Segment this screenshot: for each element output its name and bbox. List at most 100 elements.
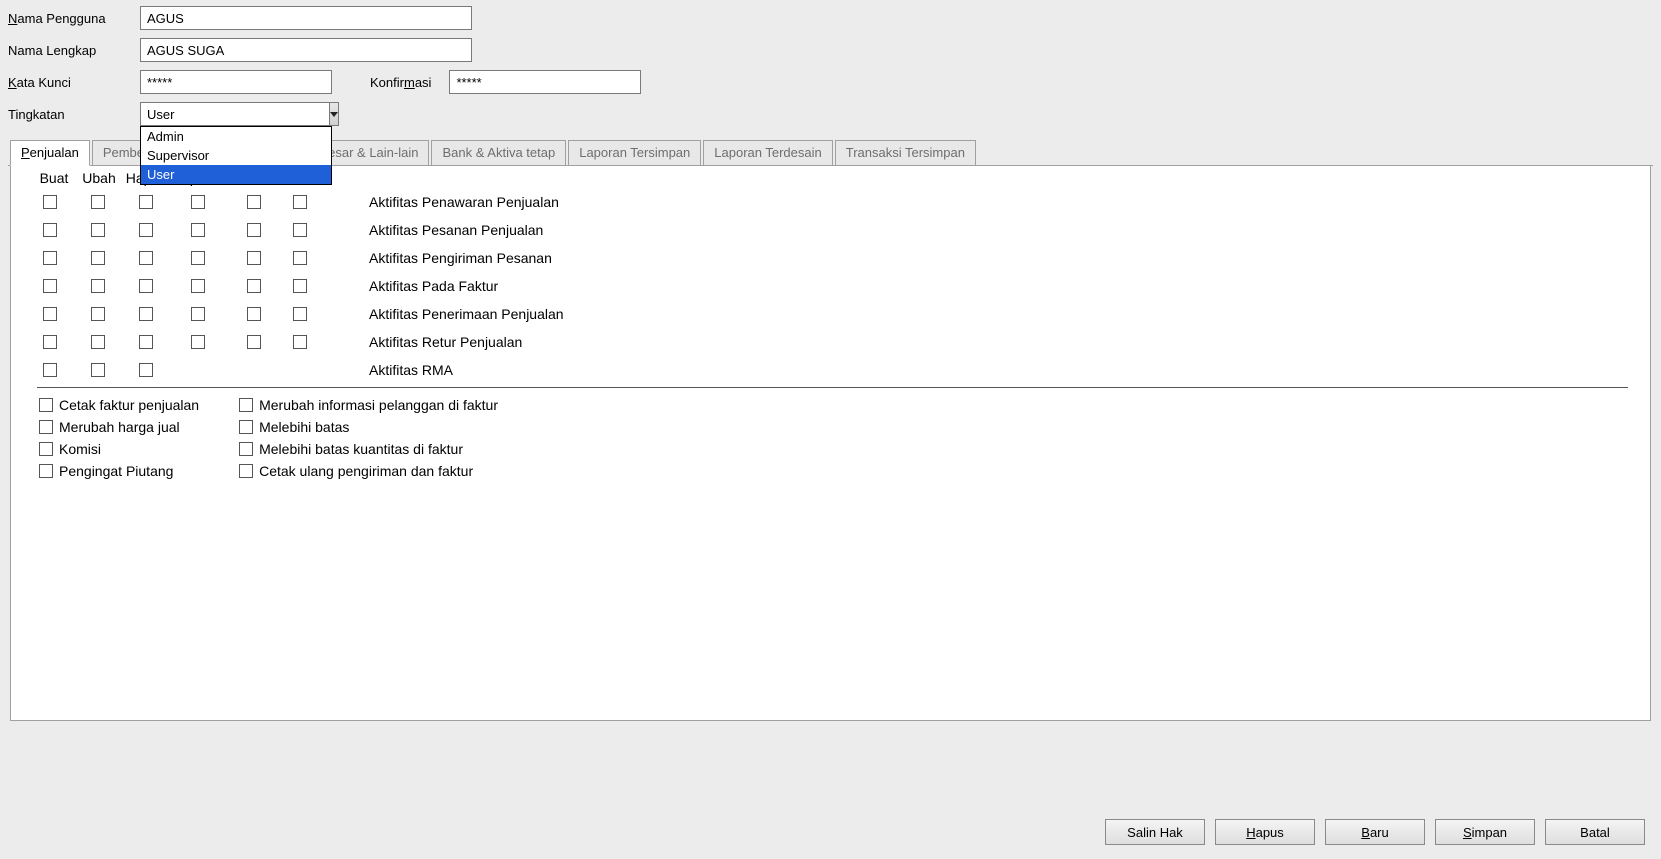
lbl-merubah-harga: Merubah harga jual: [59, 419, 180, 435]
tab-laporan-terdesain[interactable]: Laporan Terdesain: [703, 140, 832, 165]
tab-bank-aktiva[interactable]: Bank & Aktiva tetap: [431, 140, 566, 165]
cb-faktur-laporan[interactable]: [191, 279, 205, 293]
nama-lengkap-label: Nama Lengkap: [8, 43, 140, 58]
lbl-komisi: Komisi: [59, 441, 101, 457]
footer-button-bar: Salin Hak Hapus Baru Simpan Batal: [1105, 819, 1645, 845]
cb-melebihi-batas[interactable]: [239, 420, 253, 434]
cb-pesanan-laporan[interactable]: [191, 223, 205, 237]
cb-penerimaan-daftar[interactable]: [293, 307, 307, 321]
perm-row-rma: Aktifitas RMA: [11, 356, 1650, 384]
row-label-penawaran: Aktifitas Penawaran Penjualan: [369, 194, 559, 210]
perm-row-penawaran: Aktifitas Penawaran Penjualan: [11, 188, 1650, 216]
nama-lengkap-input[interactable]: [140, 38, 472, 62]
cb-pengiriman-hapus[interactable]: [139, 251, 153, 265]
cb-faktur-hapus[interactable]: [139, 279, 153, 293]
tingkatan-combobox[interactable]: Admin Supervisor User: [140, 102, 332, 126]
cb-pesanan-ubah[interactable]: [91, 223, 105, 237]
cb-pesanan-buat[interactable]: [43, 223, 57, 237]
cb-faktur-daftar[interactable]: [293, 279, 307, 293]
cb-penerimaan-buat[interactable]: [43, 307, 57, 321]
cb-penerimaan-ubah[interactable]: [91, 307, 105, 321]
perm-row-faktur: Aktifitas Pada Faktur: [11, 272, 1650, 300]
cb-komisi[interactable]: [39, 442, 53, 456]
tab-laporan-tersimpan[interactable]: Laporan Tersimpan: [568, 140, 701, 165]
cb-retur-ubah[interactable]: [91, 335, 105, 349]
kata-kunci-input[interactable]: [140, 70, 332, 94]
cb-faktur-ubah[interactable]: [91, 279, 105, 293]
tingkatan-dropdown-button[interactable]: [329, 102, 339, 126]
cb-penawaran-hapus[interactable]: [139, 195, 153, 209]
row-label-faktur: Aktifitas Pada Faktur: [369, 278, 498, 294]
cb-penerimaan-lihat[interactable]: [247, 307, 261, 321]
cb-rma-hapus[interactable]: [139, 363, 153, 377]
cb-retur-laporan[interactable]: [191, 335, 205, 349]
perm-row-pengiriman: Aktifitas Pengiriman Pesanan: [11, 244, 1650, 272]
cb-cetak-ulang[interactable]: [239, 464, 253, 478]
cb-merubah-info-pelanggan[interactable]: [239, 398, 253, 412]
tingkatan-dropdown-list[interactable]: Admin Supervisor User: [140, 126, 332, 185]
nama-pengguna-label: Nama Pengguna: [8, 11, 140, 26]
tingkatan-option-admin[interactable]: Admin: [141, 127, 331, 146]
cb-pesanan-daftar[interactable]: [293, 223, 307, 237]
cb-retur-hapus[interactable]: [139, 335, 153, 349]
perm-row-pesanan: Aktifitas Pesanan Penjualan: [11, 216, 1650, 244]
user-form: Nama Pengguna Nama Lengkap Kata Kunci Ko…: [0, 0, 1661, 721]
cb-penawaran-laporan[interactable]: [191, 195, 205, 209]
simpan-button[interactable]: Simpan: [1435, 819, 1535, 845]
cb-faktur-lihat[interactable]: [247, 279, 261, 293]
lbl-melebihi-batas: Melebihi batas: [259, 419, 349, 435]
tingkatan-option-user[interactable]: User: [141, 165, 331, 184]
cb-pengiriman-ubah[interactable]: [91, 251, 105, 265]
lbl-cetak-ulang: Cetak ulang pengiriman dan faktur: [259, 463, 473, 479]
permission-rows: Aktifitas Penawaran Penjualan Aktifitas …: [11, 186, 1650, 384]
cb-penawaran-ubah[interactable]: [91, 195, 105, 209]
perm-row-retur: Aktifitas Retur Penjualan: [11, 328, 1650, 356]
cb-pengingat-piutang[interactable]: [39, 464, 53, 478]
row-label-penerimaan: Aktifitas Penerimaan Penjualan: [369, 306, 564, 322]
perm-row-penerimaan: Aktifitas Penerimaan Penjualan: [11, 300, 1650, 328]
cb-pesanan-hapus[interactable]: [139, 223, 153, 237]
cb-penawaran-lihat[interactable]: [247, 195, 261, 209]
hapus-button[interactable]: Hapus: [1215, 819, 1315, 845]
cb-melebihi-batas-kuantitas[interactable]: [239, 442, 253, 456]
cb-retur-buat[interactable]: [43, 335, 57, 349]
row-label-pesanan: Aktifitas Pesanan Penjualan: [369, 222, 543, 238]
tingkatan-input[interactable]: [140, 102, 329, 126]
cb-faktur-buat[interactable]: [43, 279, 57, 293]
salin-hak-button[interactable]: Salin Hak: [1105, 819, 1205, 845]
cb-penerimaan-laporan[interactable]: [191, 307, 205, 321]
cb-penawaran-daftar[interactable]: [293, 195, 307, 209]
lbl-melebihi-batas-kuantitas: Melebihi batas kuantitas di faktur: [259, 441, 463, 457]
konfirmasi-label: Konfirmasi: [370, 75, 431, 90]
tingkatan-label: Tingkatan: [8, 107, 140, 122]
cb-rma-ubah[interactable]: [91, 363, 105, 377]
lbl-pengingat-piutang: Pengingat Piutang: [59, 463, 173, 479]
cb-pesanan-lihat[interactable]: [247, 223, 261, 237]
cb-penerimaan-hapus[interactable]: [139, 307, 153, 321]
divider-line: [37, 387, 1628, 388]
row-label-pengiriman: Aktifitas Pengiriman Pesanan: [369, 250, 552, 266]
row-label-rma: Aktifitas RMA: [369, 362, 453, 378]
cb-retur-lihat[interactable]: [247, 335, 261, 349]
tingkatan-option-supervisor[interactable]: Supervisor: [141, 146, 331, 165]
cb-retur-daftar[interactable]: [293, 335, 307, 349]
nama-pengguna-input[interactable]: [140, 6, 472, 30]
cb-rma-buat[interactable]: [43, 363, 57, 377]
tab-transaksi-tersimpan[interactable]: Transaksi Tersimpan: [835, 140, 976, 165]
cb-penawaran-buat[interactable]: [43, 195, 57, 209]
cb-pengiriman-buat[interactable]: [43, 251, 57, 265]
cb-cetak-faktur[interactable]: [39, 398, 53, 412]
kata-kunci-label: Kata Kunci: [8, 75, 140, 90]
cb-pengiriman-laporan[interactable]: [191, 251, 205, 265]
col-header-ubah: Ubah: [77, 170, 121, 186]
lbl-cetak-faktur: Cetak faktur penjualan: [59, 397, 199, 413]
baru-button[interactable]: Baru: [1325, 819, 1425, 845]
cb-merubah-harga[interactable]: [39, 420, 53, 434]
tab-penjualan[interactable]: Penjualan: [10, 140, 90, 166]
row-label-retur: Aktifitas Retur Penjualan: [369, 334, 522, 350]
cb-pengiriman-lihat[interactable]: [247, 251, 261, 265]
konfirmasi-input[interactable]: [449, 70, 641, 94]
permissions-panel: Buat Ubah Hapus Laporan Lihat Daftar Akt…: [10, 166, 1651, 721]
cb-pengiriman-daftar[interactable]: [293, 251, 307, 265]
batal-button[interactable]: Batal: [1545, 819, 1645, 845]
